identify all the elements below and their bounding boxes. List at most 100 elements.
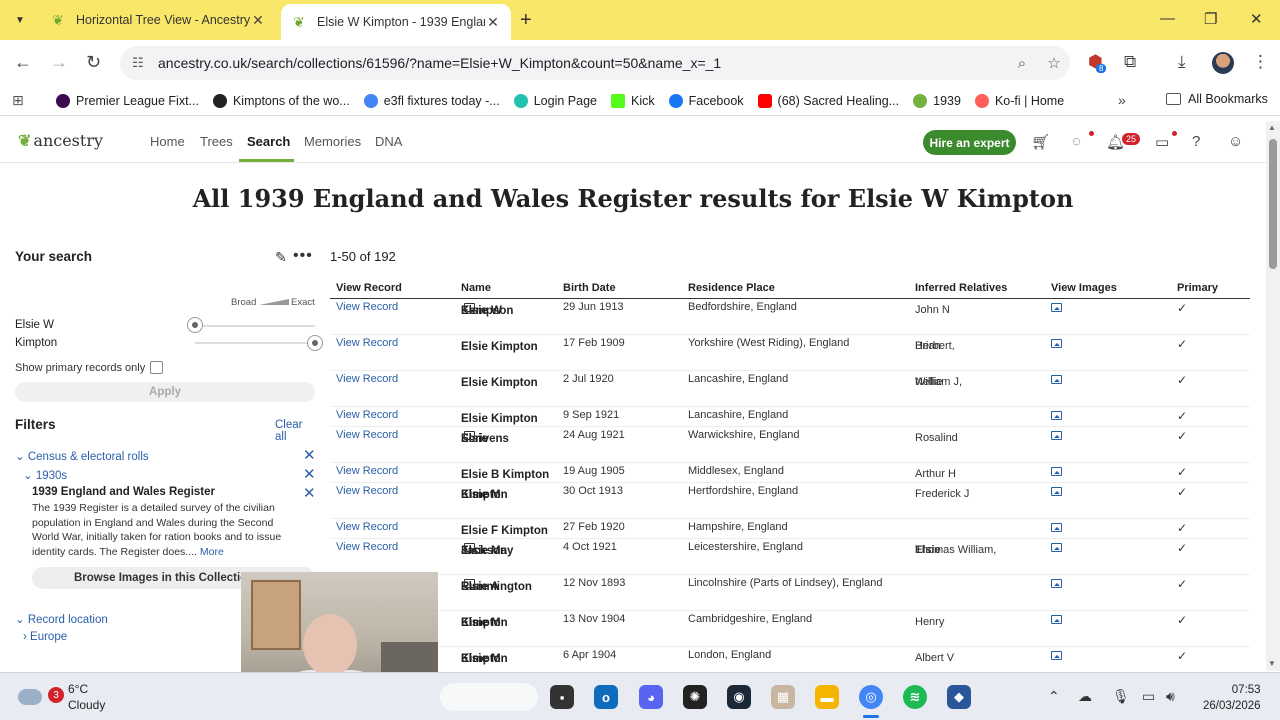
- record-name[interactable]: Elsie M Kimpton: [461, 613, 557, 629]
- tab-elsie-kimpton[interactable]: ❦ Elsie W Kimpton - 1939 England ✕: [281, 4, 511, 40]
- nav-home[interactable]: Home: [150, 134, 185, 149]
- new-tab-button[interactable]: +: [520, 9, 532, 32]
- remove-1930s-filter-icon[interactable]: ✕: [303, 465, 316, 483]
- bookmark-item[interactable]: Ko-fi | Home: [974, 93, 1064, 108]
- scroll-up-icon[interactable]: ▲: [1268, 123, 1276, 132]
- filter-census-expander[interactable]: ⌄ Census & electoral rolls: [15, 449, 149, 463]
- bookmark-star-icon[interactable]: ☆: [1038, 54, 1070, 72]
- all-bookmarks-button[interactable]: All Bookmarks: [1166, 92, 1268, 106]
- more-options-icon[interactable]: •••: [293, 247, 313, 265]
- comment-icon[interactable]: [464, 579, 475, 588]
- bookmark-item[interactable]: Facebook: [668, 93, 744, 108]
- primary-only-checkbox[interactable]: [150, 361, 164, 374]
- download-icon[interactable]: ⤓: [1178, 52, 1186, 72]
- site-info-icon[interactable]: ☷: [132, 55, 152, 71]
- bookmark-item[interactable]: Premier League Fixt...: [56, 93, 199, 108]
- volume-icon[interactable]: 🔊︎: [1166, 688, 1175, 705]
- onedrive-icon[interactable]: ☁︎: [1078, 688, 1092, 705]
- ancestry-logo[interactable]: ❦ ancestry: [18, 131, 103, 150]
- view-record-link[interactable]: View Record: [336, 429, 398, 441]
- menu-dots-icon[interactable]: ⋮: [1252, 52, 1269, 72]
- hire-expert-button[interactable]: Hire an expert: [923, 130, 1016, 155]
- extensions-puzzle-icon[interactable]: ⧉: [1124, 52, 1136, 72]
- scroll-down-icon[interactable]: ▼: [1268, 659, 1276, 668]
- comment-icon[interactable]: [464, 543, 475, 552]
- record-name[interactable]: Elsie A Rummington: [461, 577, 557, 593]
- outlook-icon[interactable]: o: [594, 685, 618, 709]
- view-record-link[interactable]: View Record: [336, 521, 398, 533]
- comment-icon[interactable]: [464, 303, 475, 312]
- file-explorer-icon[interactable]: ▬: [815, 685, 839, 709]
- bookmark-item[interactable]: (68) Sacred Healing...: [757, 93, 899, 108]
- view-record-link[interactable]: View Record: [336, 337, 398, 349]
- header-birth-date[interactable]: Birth Date: [563, 282, 616, 294]
- last-name-slider-handle[interactable]: [307, 335, 323, 351]
- taskbar-search[interactable]: [440, 683, 538, 711]
- back-icon[interactable]: ←: [14, 52, 32, 73]
- record-name[interactable]: Elsie W Kempson: [461, 301, 557, 317]
- view-record-link[interactable]: View Record: [336, 541, 398, 553]
- messages-icon[interactable]: ▭: [1155, 133, 1169, 151]
- user-avatar-icon[interactable]: ☺: [1228, 133, 1243, 150]
- record-name[interactable]: Elsie M Kimpton: [461, 485, 557, 501]
- record-name[interactable]: Elsie Scrivens: [461, 429, 557, 445]
- spotify-icon[interactable]: ≋: [903, 685, 927, 709]
- profile-avatar[interactable]: [1212, 52, 1234, 74]
- hint-leaf-icon[interactable]: ◌: [1072, 133, 1081, 150]
- nav-dna[interactable]: DNA: [375, 134, 402, 149]
- close-icon[interactable]: ✕: [250, 12, 266, 29]
- remove-census-filter-icon[interactable]: ✕: [303, 446, 316, 464]
- cart-icon[interactable]: 🛒︎: [1031, 133, 1050, 151]
- view-record-link[interactable]: View Record: [336, 465, 398, 477]
- bookmark-item[interactable]: Kimptons of the wo...: [212, 93, 350, 108]
- remove-collection-filter-icon[interactable]: ✕: [303, 484, 316, 502]
- bookmark-item[interactable]: Kick: [611, 93, 655, 108]
- steam-icon[interactable]: ◉: [727, 685, 751, 709]
- microphone-icon[interactable]: 🎙︎: [1112, 688, 1130, 705]
- bookmark-item[interactable]: Login Page: [513, 93, 597, 108]
- view-record-link[interactable]: View Record: [336, 409, 398, 421]
- tray-overflow-icon[interactable]: ⌃: [1048, 688, 1060, 705]
- restore-icon[interactable]: ❐: [1204, 10, 1217, 28]
- system-clock[interactable]: 07:53 26/03/2026: [1203, 682, 1261, 714]
- close-icon[interactable]: ✕: [485, 14, 501, 31]
- first-name-slider-handle[interactable]: [187, 317, 203, 333]
- forward-icon[interactable]: →: [50, 52, 68, 73]
- bookmark-item[interactable]: e3fl fixtures today -...: [363, 93, 500, 108]
- taskview-icon[interactable]: ▪: [550, 685, 574, 709]
- game-icon[interactable]: ▦: [771, 685, 795, 709]
- bookmark-item[interactable]: 1939: [913, 93, 961, 108]
- chrome-icon[interactable]: ◎: [859, 685, 883, 709]
- reload-icon[interactable]: ↻: [86, 52, 101, 73]
- chatgpt-icon[interactable]: ✺: [683, 685, 707, 709]
- comment-icon[interactable]: [464, 431, 475, 440]
- edit-pencil-icon[interactable]: ✎: [275, 249, 287, 266]
- zoom-icon[interactable]: ⌕: [1006, 55, 1038, 72]
- minimize-icon[interactable]: —: [1160, 10, 1175, 27]
- nav-memories[interactable]: Memories: [304, 134, 361, 149]
- tab-horizontal-tree[interactable]: ❦ Horizontal Tree View - Ancestry ✕: [40, 4, 276, 36]
- record-location-expander[interactable]: ⌄ Record location: [15, 612, 108, 626]
- header-name[interactable]: Name: [461, 282, 491, 294]
- view-record-link[interactable]: View Record: [336, 373, 398, 385]
- view-record-link[interactable]: View Record: [336, 301, 398, 313]
- weather-widget[interactable]: 3 6°C Cloudy: [18, 681, 105, 713]
- apply-button[interactable]: Apply: [15, 382, 315, 402]
- header-residence[interactable]: Residence Place: [688, 282, 775, 294]
- nav-search[interactable]: Search: [247, 134, 290, 149]
- clear-all-link[interactable]: Clear all: [275, 419, 315, 443]
- nav-trees[interactable]: Trees: [200, 134, 233, 149]
- close-window-icon[interactable]: ✕: [1250, 10, 1263, 28]
- europe-expander[interactable]: › Europe: [23, 631, 67, 643]
- scrollbar-thumb[interactable]: [1269, 139, 1277, 269]
- view-record-link[interactable]: View Record: [336, 485, 398, 497]
- address-bar[interactable]: ☷ ancestry.co.uk/search/collections/6159…: [120, 46, 1070, 80]
- help-icon[interactable]: ?: [1192, 133, 1200, 150]
- record-name[interactable]: Elsie M Kimpton: [461, 649, 557, 665]
- discord-icon[interactable]: ◕: [639, 685, 663, 709]
- app-icon[interactable]: ◆: [947, 685, 971, 709]
- page-scrollbar[interactable]: ▲ ▼: [1266, 121, 1280, 671]
- more-bookmarks-icon[interactable]: »: [1118, 92, 1126, 108]
- tab-search-button[interactable]: ▼: [8, 8, 32, 32]
- network-icon[interactable]: ▭: [1142, 688, 1155, 705]
